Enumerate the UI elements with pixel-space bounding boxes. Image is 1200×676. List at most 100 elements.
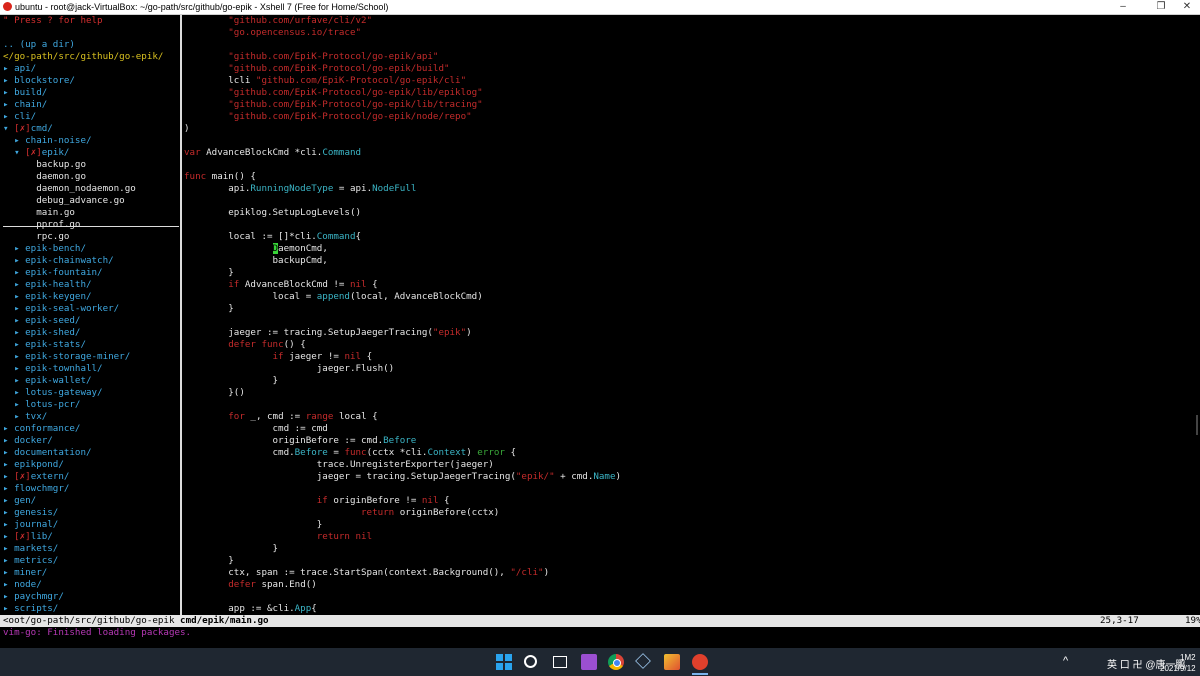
tree-line[interactable]: ▸ tvx/ xyxy=(3,411,47,423)
tree-line[interactable]: ▸ [✗]lib/ xyxy=(3,531,53,543)
code-line[interactable]: ) xyxy=(184,123,190,135)
code-line[interactable]: cmd := cmd xyxy=(184,423,328,435)
tree-line[interactable]: ▸ build/ xyxy=(3,87,47,99)
code-line[interactable]: epiklog.SetupLogLevels() xyxy=(184,207,361,219)
tree-line[interactable]: ▸ epik-seal-worker/ xyxy=(3,303,119,315)
nerdtree-panel[interactable]: " Press ? for help .. (up a dir) </go-path… xyxy=(0,15,179,615)
tree-line[interactable]: ▸ epik-bench/ xyxy=(3,243,86,255)
code-line[interactable]: "github.com/EpiK-Protocol/go-epik/api" xyxy=(184,51,438,63)
tree-line[interactable]: </go-path/src/github/go-epik/ xyxy=(3,51,163,63)
code-line[interactable]: originBefore := cmd.Before xyxy=(184,435,417,447)
tree-line[interactable]: ▾ [✗]cmd/ xyxy=(3,123,53,135)
tree-line[interactable]: .. (up a dir) xyxy=(3,39,75,51)
code-line[interactable]: backupCmd, xyxy=(184,255,328,267)
code-line[interactable]: local = append(local, AdvanceBlockCmd) xyxy=(184,291,483,303)
tree-line[interactable]: ▸ paychmgr/ xyxy=(3,591,64,603)
minimize-button[interactable]: – xyxy=(1108,0,1138,14)
code-line[interactable]: "github.com/EpiK-Protocol/go-epik/build" xyxy=(184,63,449,75)
code-line[interactable]: lcli "github.com/EpiK-Protocol/go-epik/c… xyxy=(184,75,466,87)
tree-line[interactable]: ▸ docker/ xyxy=(3,435,53,447)
tree-line[interactable]: ▸ journal/ xyxy=(3,519,58,531)
code-line[interactable]: } xyxy=(184,267,234,279)
code-line[interactable]: } xyxy=(184,303,234,315)
code-line[interactable]: jaeger := tracing.SetupJaegerTracing("ep… xyxy=(184,327,471,339)
task-view-icon[interactable] xyxy=(553,656,567,668)
code-editor-pane[interactable]: "github.com/urfave/cli/v2" "go.opencensu… xyxy=(184,15,1194,615)
window-title-bar[interactable]: ubuntu - root@jack-VirtualBox: ~/go-path… xyxy=(0,0,1200,15)
tree-line[interactable]: " Press ? for help xyxy=(3,15,103,27)
tree-line[interactable]: ▸ scripts/ xyxy=(3,603,58,615)
code-line[interactable]: "github.com/EpiK-Protocol/go-epik/lib/ep… xyxy=(184,87,482,99)
tree-line[interactable]: ▸ genesis/ xyxy=(3,507,58,519)
search-icon[interactable] xyxy=(524,655,537,668)
xshell-taskbar-icon[interactable] xyxy=(692,654,708,670)
code-line[interactable]: api.RunningNodeType = api.NodeFull xyxy=(184,183,416,195)
code-line[interactable]: if jaeger != nil { xyxy=(184,351,373,363)
code-line[interactable]: "go.opencensus.io/trace" xyxy=(184,27,361,39)
tree-line[interactable]: ▸ epik-keygen/ xyxy=(3,291,91,303)
clock-time[interactable]: 1M2 xyxy=(1180,653,1196,662)
tree-line[interactable]: ▸ lotus-gateway/ xyxy=(3,387,103,399)
terminal-area[interactable]: " Press ? for help .. (up a dir) </go-path… xyxy=(0,15,1200,627)
code-line[interactable]: trace.UnregisterExporter(jaeger) xyxy=(184,459,494,471)
tree-line[interactable]: ▸ epik-shed/ xyxy=(3,327,80,339)
code-line[interactable]: return originBefore(cctx) xyxy=(184,507,499,519)
tree-line[interactable]: ▸ blockstore/ xyxy=(3,75,75,87)
code-line[interactable]: "github.com/EpiK-Protocol/go-epik/lib/tr… xyxy=(184,99,482,111)
tree-line[interactable]: daemon_nodaemon.go xyxy=(3,183,136,195)
tree-line[interactable]: pprof.go xyxy=(3,219,80,231)
tree-line[interactable]: ▾ [✗]epik/ xyxy=(3,147,69,159)
code-line[interactable]: cmd.Before = func(cctx *cli.Context) err… xyxy=(184,447,517,459)
tree-line[interactable]: ▸ epik-chainwatch/ xyxy=(3,255,114,267)
tree-line[interactable]: ▸ node/ xyxy=(3,579,42,591)
tree-line[interactable]: daemon.go xyxy=(3,171,86,183)
clock-date[interactable]: 2021/9/12 xyxy=(1160,664,1196,673)
code-line[interactable]: DaemonCmd, xyxy=(184,243,328,255)
tree-line[interactable]: ▸ epik-seed/ xyxy=(3,315,80,327)
tree-line[interactable]: ▸ flowchmgr/ xyxy=(3,483,69,495)
code-line[interactable]: "github.com/urfave/cli/v2" xyxy=(184,15,372,27)
tree-line[interactable]: ▸ epik-wallet/ xyxy=(3,375,91,387)
code-line[interactable]: } xyxy=(184,375,279,387)
tree-line[interactable]: ▸ metrics/ xyxy=(3,555,58,567)
tree-line[interactable]: ▸ conformance/ xyxy=(3,423,80,435)
code-line[interactable]: ctx, span := trace.StartSpan(context.Bac… xyxy=(184,567,549,579)
code-line[interactable]: if originBefore != nil { xyxy=(184,495,450,507)
tree-line[interactable]: ▸ markets/ xyxy=(3,543,58,555)
paint-app-icon[interactable] xyxy=(664,654,680,670)
visual-studio-icon[interactable] xyxy=(581,654,597,670)
code-line[interactable]: var AdvanceBlockCmd *cli.Command xyxy=(184,147,361,159)
tree-line[interactable]: ▸ lotus-pcr/ xyxy=(3,399,80,411)
code-line[interactable]: app := &cli.App{ xyxy=(184,603,317,615)
tree-line[interactable]: ▸ epik-stats/ xyxy=(3,339,86,351)
tree-line[interactable]: ▸ epikpond/ xyxy=(3,459,64,471)
chrome-icon[interactable] xyxy=(608,654,624,670)
code-line[interactable]: defer span.End() xyxy=(184,579,317,591)
code-line[interactable]: } xyxy=(184,543,279,555)
tree-line[interactable]: ▸ chain-noise/ xyxy=(3,135,91,147)
code-line[interactable]: "github.com/EpiK-Protocol/go-epik/node/r… xyxy=(184,111,471,123)
virtualbox-icon[interactable] xyxy=(635,653,651,669)
tree-line[interactable]: backup.go xyxy=(3,159,86,171)
code-line[interactable]: func main() { xyxy=(184,171,256,183)
tree-line[interactable]: ▸ miner/ xyxy=(3,567,47,579)
tree-line[interactable]: ▸ epik-fountain/ xyxy=(3,267,103,279)
windows-start-icon[interactable] xyxy=(496,654,512,670)
tree-line[interactable]: ▸ epik-health/ xyxy=(3,279,91,291)
tree-line[interactable]: ▸ documentation/ xyxy=(3,447,92,459)
tree-line[interactable]: ▸ epik-storage-miner/ xyxy=(3,351,130,363)
code-line[interactable]: } xyxy=(184,555,234,567)
code-line[interactable]: for _, cmd := range local { xyxy=(184,411,377,423)
code-line[interactable]: defer func() { xyxy=(184,339,306,351)
code-line[interactable]: return nil xyxy=(184,531,372,543)
tree-line[interactable]: ▸ epik-townhall/ xyxy=(3,363,103,375)
tree-line[interactable]: ▸ [✗]extern/ xyxy=(3,471,69,483)
tree-line[interactable]: ▸ gen/ xyxy=(3,495,36,507)
tree-line[interactable]: rpc.go xyxy=(3,231,69,243)
close-button[interactable]: ✕ xyxy=(1172,0,1200,14)
tree-line[interactable]: ▸ chain/ xyxy=(3,99,47,111)
code-line[interactable]: jaeger.Flush() xyxy=(184,363,394,375)
tray-chevron-icon[interactable]: ^ xyxy=(1063,655,1068,667)
code-line[interactable]: local := []*cli.Command{ xyxy=(184,231,361,243)
tree-line[interactable]: ▸ cli/ xyxy=(3,111,36,123)
